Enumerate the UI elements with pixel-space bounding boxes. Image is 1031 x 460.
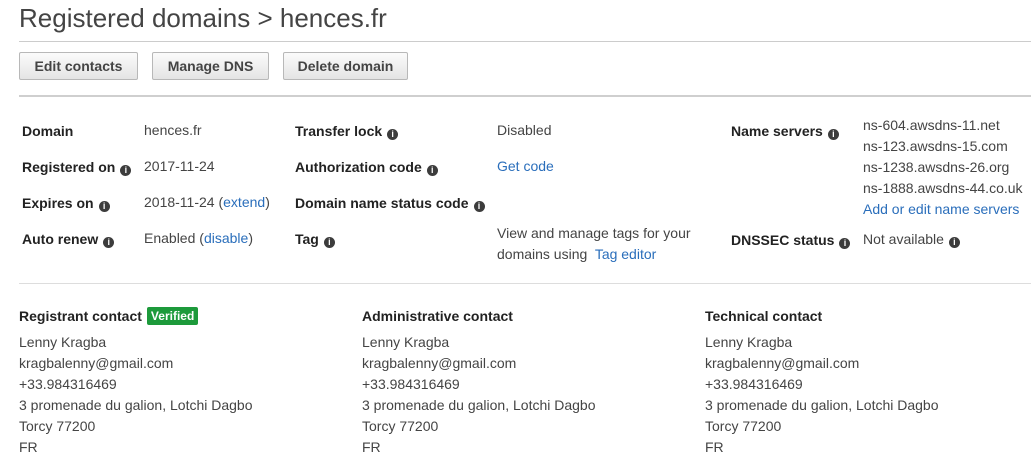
dnssec-status-label: DNSSEC status i — [731, 230, 851, 250]
name-servers-label: Name servers i — [731, 121, 839, 141]
status-code-label: Domain name status code i — [295, 193, 485, 213]
administrative-contact-heading: Administrative contact — [362, 308, 513, 324]
administrative-email: kragbalenny@gmail.com — [362, 355, 517, 371]
info-icon[interactable]: i — [948, 237, 960, 248]
administrative-city: Torcy 77200 — [362, 418, 439, 434]
edit-contacts-button[interactable]: Edit contacts — [19, 52, 138, 80]
transfer-lock-label: Transfer lock i — [295, 121, 399, 141]
title-divider — [19, 41, 1031, 42]
registrant-contact-heading: Registrant contact Verified — [19, 306, 199, 326]
technical-phone: +33.984316469 — [705, 376, 803, 392]
registrant-country: FR — [19, 439, 38, 455]
technical-country: FR — [705, 439, 724, 455]
expires-on-value: 2018-11-24 (extend) — [144, 194, 270, 210]
get-code-link[interactable]: Get code — [497, 156, 554, 176]
delete-domain-button[interactable]: Delete domain — [283, 52, 408, 80]
expires-on-label: Expires on i — [22, 193, 110, 213]
registrant-city: Torcy 77200 — [19, 418, 96, 434]
toolbar-divider — [19, 95, 1031, 97]
info-icon[interactable]: i — [120, 165, 132, 176]
auto-renew-label: Auto renew i — [22, 229, 115, 249]
technical-name: Lenny Kragba — [705, 334, 793, 350]
tag-editor-link[interactable]: Tag editor — [595, 246, 656, 262]
edit-name-servers-link[interactable]: Add or edit name servers — [863, 199, 1019, 219]
technical-email: kragbalenny@gmail.com — [705, 355, 860, 371]
domain-value: hences.fr — [144, 122, 202, 138]
info-icon[interactable]: i — [473, 201, 485, 212]
extend-link[interactable]: extend — [223, 194, 265, 210]
dnssec-status-value: Not available i — [863, 229, 960, 249]
info-icon[interactable]: i — [827, 129, 839, 140]
auto-renew-value: Enabled (disable) — [144, 230, 253, 246]
info-icon[interactable]: i — [426, 165, 438, 176]
verified-badge: Verified — [146, 307, 199, 325]
page-title: Registered domains > hences.fr — [19, 3, 387, 33]
registrant-address: 3 promenade du galion, Lotchi Dagbo — [19, 397, 253, 413]
manage-dns-button[interactable]: Manage DNS — [152, 52, 269, 80]
registrant-name: Lenny Kragba — [19, 334, 107, 350]
registered-on-label: Registered on i — [22, 157, 132, 177]
authorization-code-label: Authorization code i — [295, 157, 438, 177]
contacts-divider — [19, 283, 1031, 284]
info-icon[interactable]: i — [323, 237, 335, 248]
administrative-phone: +33.984316469 — [362, 376, 460, 392]
technical-address: 3 promenade du galion, Lotchi Dagbo — [705, 397, 939, 413]
administrative-country: FR — [362, 439, 381, 455]
transfer-lock-value: Disabled — [497, 122, 552, 138]
info-icon[interactable]: i — [98, 201, 110, 212]
registered-on-value: 2017-11-24 — [144, 158, 215, 174]
name-server-item: ns-1238.awsdns-26.org — [863, 159, 1010, 175]
technical-contact-heading: Technical contact — [705, 308, 823, 324]
tag-description-2: domains using Tag editor — [497, 246, 657, 262]
registrant-phone: +33.984316469 — [19, 376, 117, 392]
domain-label: Domain — [22, 123, 74, 139]
registrant-email: kragbalenny@gmail.com — [19, 355, 174, 371]
tag-description: View and manage tags for your — [497, 225, 691, 241]
name-server-item: ns-604.awsdns-11.net — [863, 117, 1000, 133]
disable-link[interactable]: disable — [204, 230, 248, 246]
administrative-name: Lenny Kragba — [362, 334, 450, 350]
info-icon[interactable]: i — [839, 238, 851, 249]
administrative-address: 3 promenade du galion, Lotchi Dagbo — [362, 397, 596, 413]
info-icon[interactable]: i — [387, 129, 399, 140]
name-server-item: ns-1888.awsdns-44.co.uk — [863, 180, 1023, 196]
technical-city: Torcy 77200 — [705, 418, 782, 434]
info-icon[interactable]: i — [103, 237, 115, 248]
name-server-item: ns-123.awsdns-15.com — [863, 138, 1008, 154]
tag-label: Tag i — [295, 229, 335, 249]
